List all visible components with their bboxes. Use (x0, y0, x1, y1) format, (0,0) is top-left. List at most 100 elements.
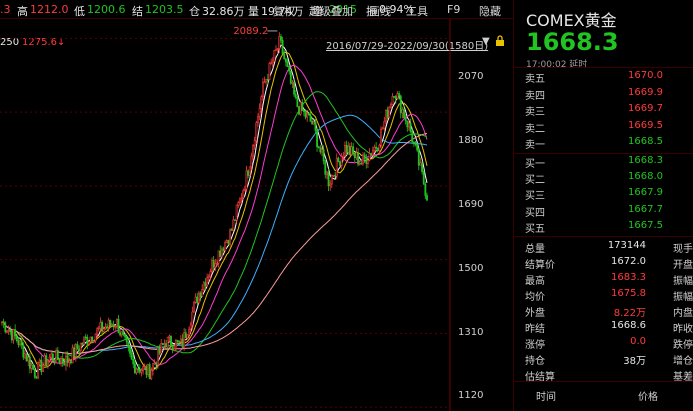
menu-super-overlay[interactable]: 超级叠加 (309, 3, 353, 19)
candle-body (316, 130, 318, 148)
candle-body (30, 364, 33, 369)
candle-body (212, 260, 215, 268)
candle-body (91, 336, 94, 342)
candle-body (124, 334, 126, 338)
candle-body (152, 363, 154, 371)
candle-body (166, 336, 169, 348)
candle-body (386, 110, 389, 118)
quote-row-value: 1669.7 (628, 103, 663, 114)
candle-body (304, 110, 307, 118)
quote-row-value: 1668.6 (611, 320, 646, 331)
candle-body (63, 361, 66, 366)
candle-body (362, 154, 364, 164)
candle-body (375, 146, 378, 149)
high-value: 1212.0 (30, 3, 69, 16)
candle-body (293, 82, 296, 95)
candle-body (347, 145, 350, 153)
quote-row: 买三 1667.9 (514, 187, 693, 202)
candle-body (28, 356, 31, 369)
quote-row: 均价 1675.8 振幅 (514, 288, 693, 303)
oi-label: 仓 (189, 5, 200, 18)
moving-average-line (1, 91, 428, 359)
candle-body (114, 326, 117, 328)
candle-body (7, 330, 10, 332)
candle-body (181, 338, 184, 348)
kline-chart[interactable]: 2089.2 (0, 19, 513, 411)
quote-row: 买四 1667.7 (514, 204, 693, 219)
candle-body (117, 318, 120, 334)
candle-body (19, 339, 21, 345)
candle-body (143, 366, 146, 368)
candle-body (158, 347, 161, 354)
candle-body (193, 301, 195, 313)
menu-tools[interactable]: 工具 (406, 3, 428, 19)
candle-body (380, 128, 382, 146)
candle-body (298, 106, 300, 115)
candle-body (370, 153, 373, 156)
candle-body (394, 96, 397, 99)
y-tick-label: 1120 (458, 390, 484, 401)
candle-body (161, 343, 164, 346)
menu-hide[interactable]: 隐藏 (479, 3, 501, 19)
candle-body (242, 190, 245, 199)
candle-body (109, 319, 112, 326)
candle-body (133, 363, 136, 374)
candle-body (339, 161, 341, 166)
menu-draw-line[interactable]: 画线 (369, 3, 391, 19)
candle-body (33, 369, 36, 378)
trade-price-header: 价格 (638, 392, 658, 403)
quote-row-label: 结算价 (525, 260, 555, 271)
menu-f9[interactable]: F9 (447, 3, 460, 16)
candle-body (127, 341, 130, 348)
candle-body (196, 296, 199, 304)
quote-row-label: 总量 (525, 244, 545, 255)
candle-body (353, 152, 356, 159)
quote-row: 总量 173144 现手 (514, 240, 693, 255)
candle-body (307, 113, 310, 116)
candle-body (51, 353, 54, 361)
candle-body (145, 366, 148, 375)
candle-body (40, 359, 43, 373)
candle-body (232, 219, 235, 231)
quote-row: 外盘 8.22万 内盘 (514, 304, 693, 319)
quote-row: 卖五 1670.0 (514, 70, 693, 85)
quote-row-label: 卖二 (525, 123, 545, 135)
y-tick-label: 1690 (458, 199, 484, 210)
quote-row-value: 38万 (623, 356, 646, 367)
candle-body (219, 250, 222, 257)
candle-body (281, 40, 284, 55)
candle-body (142, 366, 145, 371)
candle-body (234, 219, 236, 222)
candle-body (101, 321, 104, 332)
candle-body (319, 147, 322, 153)
menu-fuquan[interactable]: 复权 (273, 3, 295, 19)
candle-body (84, 336, 87, 339)
trade-time-header: 时间 (536, 392, 556, 403)
quote-row-extra-label: 跌停 (673, 340, 693, 351)
quote-row-value: 0.0 (630, 336, 646, 347)
candle-body (137, 368, 140, 371)
candle-body (348, 145, 351, 155)
quote-row-value: 173144 (607, 240, 646, 251)
candle-body (268, 62, 271, 80)
candle-body (160, 343, 163, 354)
candle-body (340, 156, 343, 166)
candle-body (1, 321, 3, 324)
candle-body (9, 330, 12, 332)
candle-body (424, 183, 427, 196)
candle-body (199, 292, 202, 297)
candle-body (230, 229, 233, 232)
candle-body (385, 110, 387, 122)
moving-average-line (1, 44, 428, 373)
divider (514, 381, 693, 382)
quote-row-label: 卖四 (525, 90, 545, 102)
candle-body (65, 355, 67, 366)
candle-body (414, 141, 417, 145)
divider (514, 67, 693, 68)
candle-body (217, 250, 220, 264)
quote-row: 涨停 0.0 跌停 (514, 336, 693, 351)
candle-body (368, 153, 371, 161)
quote-row: 卖一 1668.5 (514, 136, 693, 151)
candle-body (404, 117, 407, 122)
candle-body (176, 340, 179, 342)
